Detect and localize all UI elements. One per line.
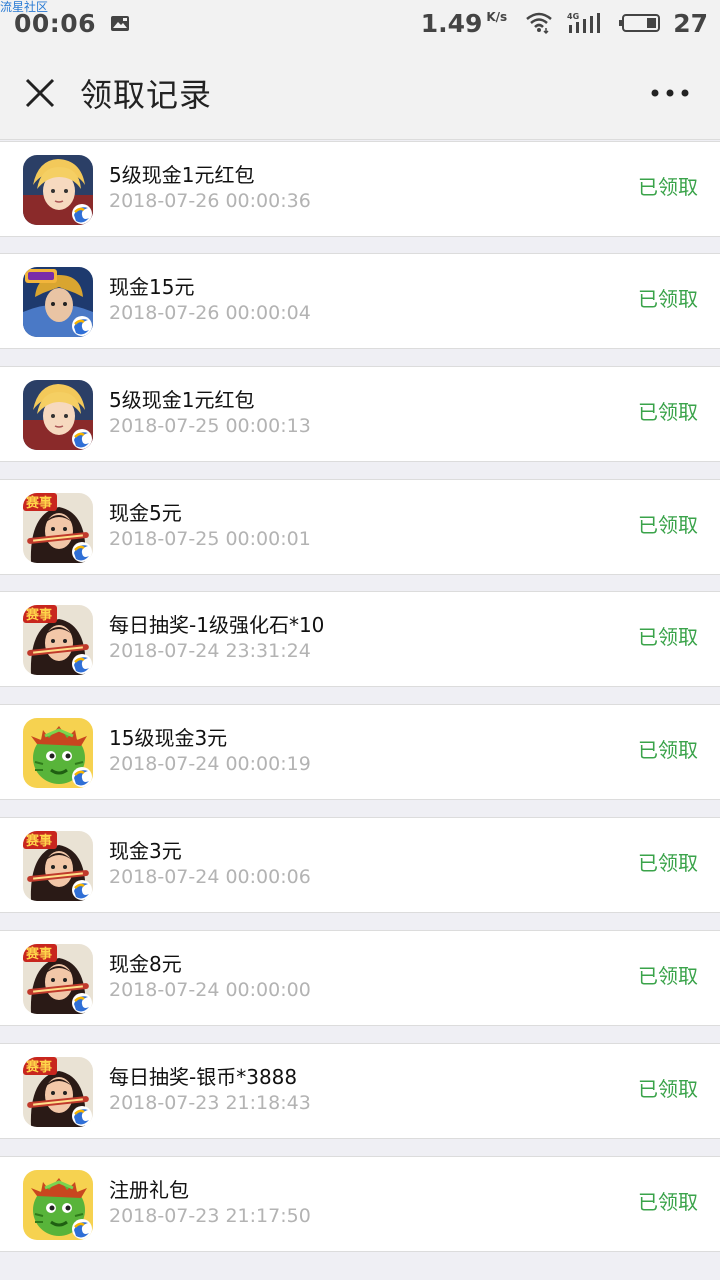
network-speed: 1.49 — [420, 8, 483, 38]
battery-level: 27 — [673, 8, 708, 38]
record-status: 已领取 — [638, 1077, 698, 1101]
record-title: 现金15元 — [109, 275, 195, 299]
record-status: 已领取 — [638, 964, 698, 988]
wifi-icon — [526, 12, 553, 35]
record-time: 2018-07-25 00:00:13 — [109, 415, 311, 437]
record-title: 15级现金3元 — [109, 726, 228, 750]
warrior-girl-icon: 赛事 — [23, 605, 93, 675]
record-title: 现金3元 — [109, 839, 182, 863]
close-icon — [25, 78, 55, 107]
record-time: 2018-07-24 00:00:00 — [109, 979, 311, 1001]
record-title: 5级现金1元红包 — [109, 163, 255, 187]
svg-text:赛事: 赛事 — [25, 833, 52, 849]
hero-blonde-icon — [23, 380, 93, 450]
hero-blonde-icon — [23, 155, 93, 225]
record-time: 2018-07-23 21:18:43 — [109, 1092, 311, 1114]
warrior-girl-icon: 赛事 — [23, 1057, 93, 1127]
more-dots-icon — [651, 89, 689, 96]
hero-armored-icon — [23, 267, 93, 337]
svg-text:赛事: 赛事 — [25, 946, 52, 962]
record-title: 注册礼包 — [109, 1178, 189, 1202]
record-status: 已领取 — [638, 513, 698, 537]
svg-text:赛事: 赛事 — [25, 1059, 52, 1075]
record-title: 现金8元 — [109, 952, 182, 976]
record-item[interactable]: 5级现金1元红包 2018-07-26 00:00:36 已领取 — [0, 141, 720, 237]
record-item[interactable]: 赛事 现金5元 2018-07-25 00:00:01 已领取 — [0, 479, 720, 575]
watermark-text: 流星社区 — [0, 0, 49, 14]
record-time: 2018-07-24 00:00:06 — [109, 866, 311, 888]
warrior-girl-icon: 赛事 — [23, 944, 93, 1014]
record-time: 2018-07-23 21:17:50 — [109, 1205, 311, 1227]
record-title: 现金5元 — [109, 501, 182, 525]
green-cactus-icon — [23, 718, 93, 788]
record-title: 每日抽奖-1级强化石*10 — [109, 613, 325, 637]
record-time: 2018-07-24 23:31:24 — [109, 640, 311, 662]
more-options-button[interactable] — [620, 46, 720, 140]
record-time: 2018-07-26 00:00:36 — [109, 190, 311, 212]
record-status: 已领取 — [638, 1190, 698, 1214]
network-speed-unit: K/s — [486, 10, 508, 24]
record-title: 5级现金1元红包 — [109, 388, 255, 412]
record-status: 已领取 — [638, 851, 698, 875]
battery-icon — [619, 14, 661, 32]
record-item[interactable]: 注册礼包 2018-07-23 21:17:50 已领取 — [0, 1156, 720, 1252]
warrior-girl-icon: 赛事 — [23, 831, 93, 901]
signal-label: 4G — [567, 12, 579, 21]
record-item[interactable]: 15级现金3元 2018-07-24 00:00:19 已领取 — [0, 704, 720, 800]
record-time: 2018-07-26 00:00:04 — [109, 302, 311, 324]
record-time: 2018-07-24 00:00:19 — [109, 753, 311, 775]
close-button[interactable] — [0, 46, 80, 140]
green-cactus-icon — [23, 1170, 93, 1240]
record-title: 每日抽奖-银币*3888 — [109, 1065, 298, 1089]
record-item[interactable]: 赛事 现金3元 2018-07-24 00:00:06 已领取 — [0, 817, 720, 913]
record-status: 已领取 — [638, 175, 698, 199]
svg-text:赛事: 赛事 — [25, 607, 52, 623]
image-notification-icon — [111, 15, 130, 31]
title-bar: 领取记录 — [0, 46, 720, 140]
record-time: 2018-07-25 00:00:01 — [109, 528, 311, 550]
record-item[interactable]: 赛事 现金8元 2018-07-24 00:00:00 已领取 — [0, 930, 720, 1026]
record-item[interactable]: 现金15元 2018-07-26 00:00:04 已领取 — [0, 253, 720, 349]
warrior-girl-icon: 赛事 — [23, 493, 93, 563]
record-status: 已领取 — [638, 400, 698, 424]
record-item[interactable]: 赛事 每日抽奖-银币*3888 2018-07-23 21:18:43 已领取 — [0, 1043, 720, 1139]
page-title: 领取记录 — [80, 75, 213, 114]
cellular-signal-icon: 4G — [567, 12, 601, 33]
record-status: 已领取 — [638, 738, 698, 762]
svg-text:赛事: 赛事 — [25, 495, 52, 511]
status-bar: 00:06 1.49 K/s 4G 27 — [0, 0, 720, 46]
record-item[interactable]: 赛事 每日抽奖-1级强化石*10 2018-07-24 23:31:24 已领取 — [0, 591, 720, 687]
record-status: 已领取 — [638, 625, 698, 649]
record-item[interactable]: 5级现金1元红包 2018-07-25 00:00:13 已领取 — [0, 366, 720, 462]
record-status: 已领取 — [638, 287, 698, 311]
